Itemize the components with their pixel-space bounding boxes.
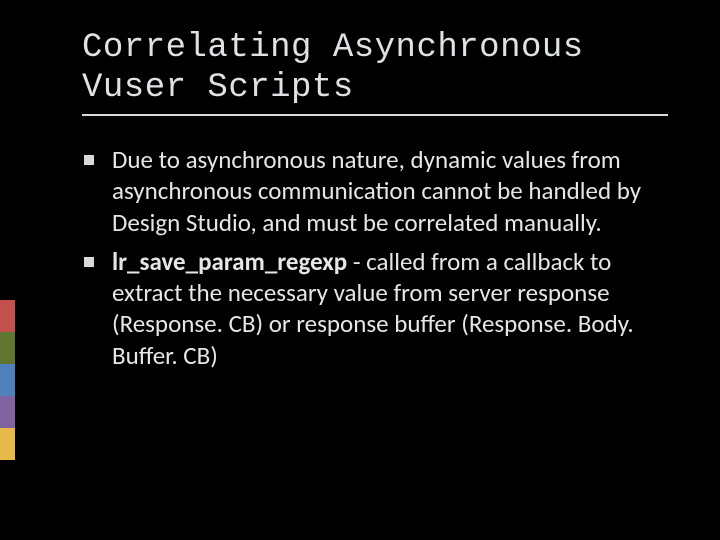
slide-body: Due to asynchronous nature, dynamic valu… [82,144,668,371]
list-item: Due to asynchronous nature, dynamic valu… [82,144,668,238]
list-item: lr_save_param_regexp - called from a cal… [82,246,668,371]
accent-color-1 [0,300,15,332]
slide-title: Correlating Asynchronous Vuser Scripts [82,28,668,108]
bullet-bold: lr_save_param_regexp [112,246,347,277]
accent-color-3 [0,364,15,396]
title-underline [82,114,668,116]
accent-color-2 [0,332,15,364]
bullet-text: Due to asynchronous nature, dynamic valu… [112,144,641,238]
accent-color-4 [0,396,15,428]
slide: Correlating Asynchronous Vuser Scripts D… [0,0,720,540]
bullet-list: Due to asynchronous nature, dynamic valu… [82,144,668,371]
accent-color-5 [0,428,15,460]
accent-strip [0,300,15,460]
